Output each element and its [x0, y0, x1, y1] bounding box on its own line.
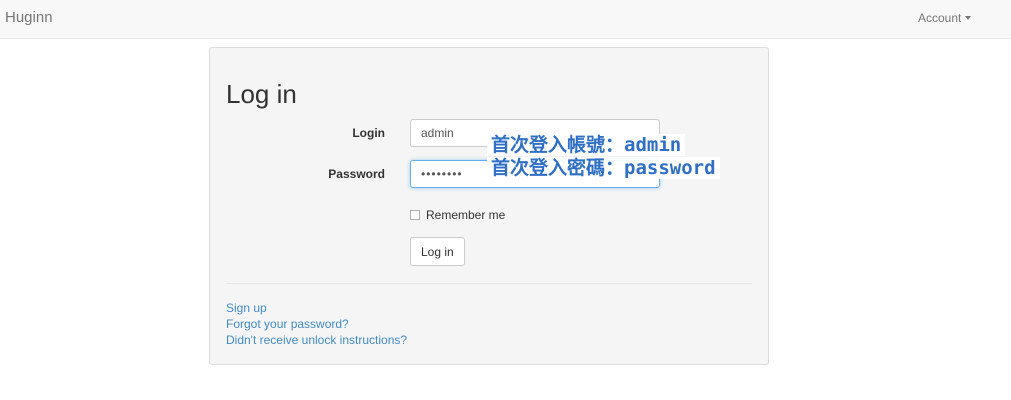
password-label: Password: [328, 167, 385, 181]
annotation-account: 首次登入帳號：admin: [487, 134, 686, 156]
login-panel: Log in Login Password Remember me Log in…: [209, 47, 769, 365]
remember-me[interactable]: Remember me: [410, 208, 505, 222]
caret-down-icon: [965, 15, 972, 20]
forgot-password-link[interactable]: Forgot your password?: [226, 317, 349, 331]
remember-checkbox[interactable]: [410, 209, 420, 220]
login-button[interactable]: Log in: [410, 237, 465, 266]
unlock-instructions-link[interactable]: Didn't receive unlock instructions?: [226, 333, 407, 347]
remember-label: Remember me: [426, 208, 506, 222]
page-title: Log in: [226, 79, 297, 109]
brand-link[interactable]: Huginn: [5, 9, 53, 26]
sign-up-link[interactable]: Sign up: [226, 301, 267, 315]
account-dropdown[interactable]: Account: [918, 11, 972, 25]
account-label: Account: [918, 11, 962, 25]
annotation-password: 首次登入密碼：password: [487, 157, 720, 179]
top-navbar: Huginn Account: [0, 0, 1011, 39]
divider: [226, 283, 752, 284]
login-label: Login: [352, 126, 385, 140]
